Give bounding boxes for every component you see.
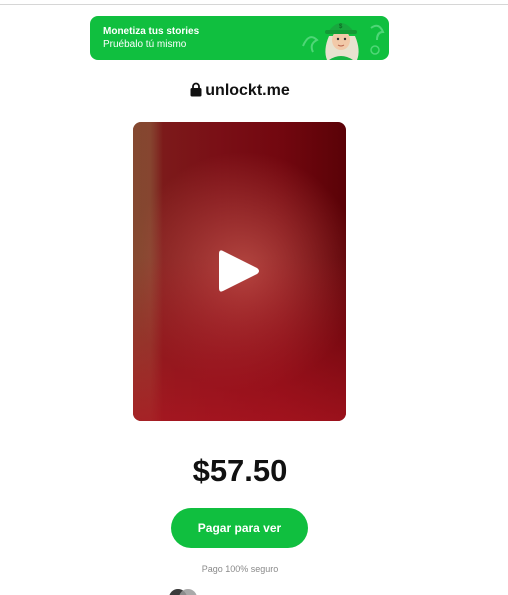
pay-to-view-button[interactable]: Pagar para ver (171, 508, 308, 548)
top-divider (0, 4, 508, 5)
card-circles-icon (169, 589, 197, 595)
lock-icon (190, 82, 202, 97)
price-label: $57.50 (192, 453, 288, 488)
brand-header: unlockt.me (0, 82, 480, 100)
brand-name: unlockt.me (205, 82, 290, 99)
play-icon[interactable] (217, 248, 263, 294)
monetize-banner[interactable]: Monetiza tus stories Pruébalo tú mismo $ (90, 16, 389, 60)
banner-title: Monetiza tus stories (103, 26, 200, 37)
character-illustration-icon: $ (302, 23, 385, 60)
locked-video-preview[interactable] (133, 122, 346, 421)
banner-subtitle: Pruébalo tú mismo (103, 39, 187, 50)
secure-payment-note: Pago 100% seguro (201, 564, 279, 574)
